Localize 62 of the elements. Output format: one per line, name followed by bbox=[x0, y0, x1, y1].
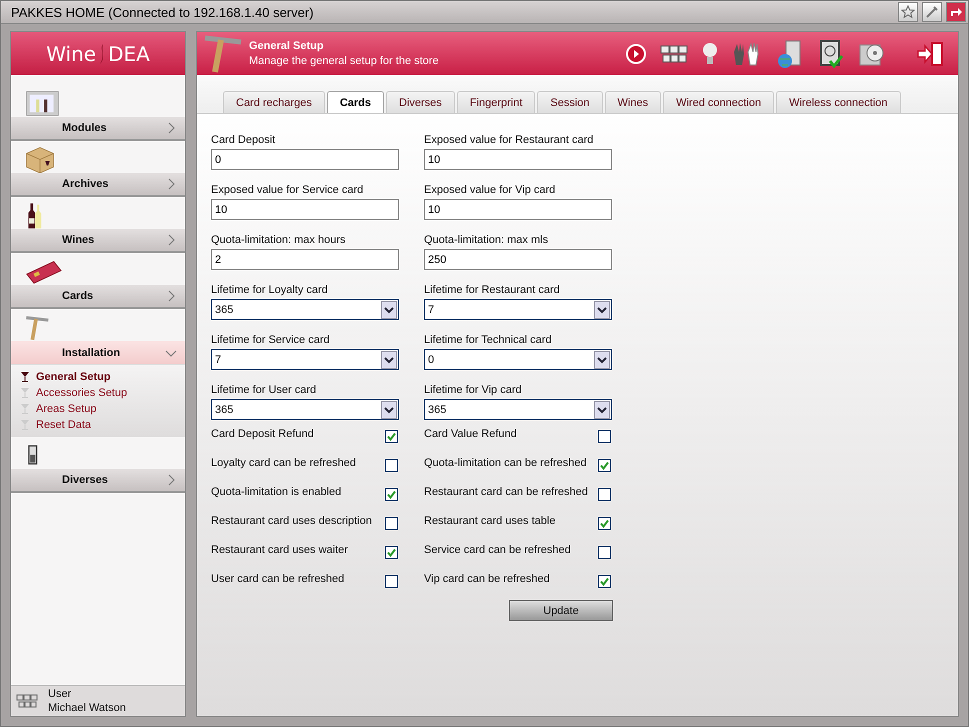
sidebar-item[interactable]: Modules bbox=[11, 117, 185, 141]
page-subtitle: Manage the general setup for the store bbox=[249, 55, 439, 67]
field-label: Lifetime for Technical card bbox=[424, 334, 553, 346]
sidebar-item[interactable]: Archives bbox=[11, 173, 185, 197]
dropdown[interactable]: 365 bbox=[211, 399, 399, 420]
field-label: Lifetime for Restaurant card bbox=[424, 284, 561, 296]
field-label: Exposed value for Service card bbox=[211, 184, 364, 196]
field-label: Exposed value for Vip card bbox=[424, 184, 556, 196]
field-label: Quota-limitation: max hours bbox=[211, 234, 346, 246]
user-name: Michael Watson bbox=[48, 701, 126, 715]
dropdown[interactable]: 0 bbox=[424, 349, 612, 370]
checkbox-label: Restaurant card uses waiter bbox=[211, 544, 348, 556]
tab[interactable]: Fingerprint bbox=[456, 91, 536, 113]
checkbox-label: Card Deposit Refund bbox=[211, 428, 314, 440]
checkbox-label: Restaurant card uses table bbox=[424, 515, 556, 527]
dropdown[interactable]: 7 bbox=[211, 349, 399, 370]
tab[interactable]: Cards bbox=[326, 91, 384, 113]
field-label: Lifetime for Vip card bbox=[424, 384, 523, 396]
window-title: PAKKES HOME (Connected to 192.168.1.40 server) bbox=[11, 4, 314, 20]
field-label: Lifetime for User card bbox=[211, 384, 318, 396]
checkbox-label: Restaurant card uses description bbox=[211, 515, 372, 527]
dropdown[interactable]: 365 bbox=[211, 299, 399, 320]
checkbox-label: Loyalty card can be refreshed bbox=[211, 457, 356, 469]
checkbox-label: Quota-limitation can be refreshed bbox=[424, 457, 587, 469]
field-label: Exposed value for Restaurant card bbox=[424, 134, 594, 146]
tab[interactable]: Wired connection bbox=[663, 91, 774, 113]
input-field[interactable]: 10 bbox=[424, 149, 612, 170]
logo-text: DEA bbox=[108, 42, 150, 66]
field-label: Lifetime for Service card bbox=[211, 334, 331, 346]
checkbox-label: Card Value Refund bbox=[424, 428, 517, 440]
checkbox-label: User card can be refreshed bbox=[211, 573, 344, 585]
checkbox-label: Vip card can be refreshed bbox=[424, 573, 550, 585]
checkbox-label: Restaurant card can be refreshed bbox=[424, 486, 588, 498]
input-field[interactable]: 10 bbox=[211, 199, 399, 220]
sidebar-item[interactable]: Cards bbox=[11, 285, 185, 309]
input-field[interactable]: 0 bbox=[211, 149, 399, 170]
checkbox-label: Quota-limitation is enabled bbox=[211, 486, 342, 498]
input-field[interactable]: 250 bbox=[424, 249, 612, 270]
page-title: General Setup bbox=[249, 40, 325, 52]
tab[interactable]: Diverses bbox=[386, 91, 455, 113]
field-label: Card Deposit bbox=[211, 134, 276, 146]
tab[interactable]: Wines bbox=[604, 91, 662, 113]
field-label: Lifetime for Loyalty card bbox=[211, 284, 329, 296]
sidebar-item[interactable]: Wines bbox=[11, 229, 185, 253]
checkbox-label: Service card can be refreshed bbox=[424, 544, 571, 556]
user-role: User bbox=[48, 687, 72, 701]
submenu-link[interactable]: Accessories Setup bbox=[36, 387, 128, 399]
input-field[interactable]: 10 bbox=[424, 199, 612, 220]
field-label: Quota-limitation: max mls bbox=[424, 234, 550, 246]
sidebar-item[interactable]: Diverses bbox=[11, 469, 185, 493]
tab[interactable]: Wireless connection bbox=[776, 91, 901, 113]
dropdown[interactable]: 7 bbox=[424, 299, 612, 320]
tab[interactable]: Card recharges bbox=[223, 91, 325, 113]
submenu-link[interactable]: Areas Setup bbox=[36, 403, 97, 415]
submenu-link[interactable]: Reset Data bbox=[36, 419, 92, 431]
sidebar-item[interactable]: Installation bbox=[11, 341, 185, 365]
update-button[interactable]: Update bbox=[509, 600, 613, 621]
input-field[interactable]: 2 bbox=[211, 249, 399, 270]
submenu-link[interactable]: General Setup bbox=[36, 371, 111, 383]
dropdown[interactable]: 365 bbox=[424, 399, 612, 420]
tab[interactable]: Session bbox=[537, 91, 603, 113]
logo-text: Wine bbox=[46, 42, 96, 66]
